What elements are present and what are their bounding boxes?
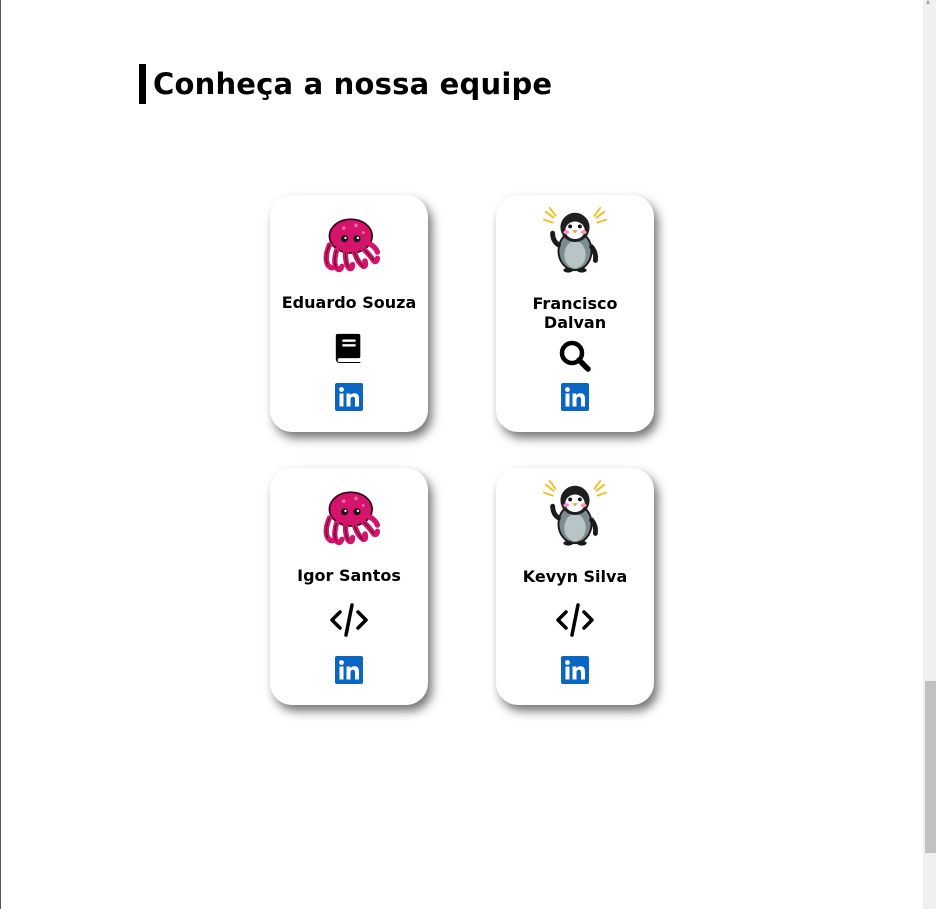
team-card: Francisco Dalvan (496, 195, 654, 432)
book-icon (333, 330, 365, 364)
linkedin-icon[interactable] (561, 656, 589, 684)
member-name: Eduardo Souza (281, 293, 417, 312)
member-name: Kevyn Silva (522, 567, 628, 586)
window-left-edge (0, 0, 1, 909)
search-icon (558, 339, 592, 373)
team-card: Igor Santos (270, 468, 428, 705)
scroll-up-arrow-icon[interactable]: ▴ (926, 0, 934, 6)
linkedin-icon[interactable] (335, 656, 363, 684)
title-accent-bar (139, 64, 146, 104)
member-name: Francisco Dalvan (532, 294, 618, 332)
linkedin-icon[interactable] (335, 383, 363, 411)
octopus-avatar (317, 213, 381, 277)
linkedin-icon[interactable] (561, 383, 589, 411)
code-icon (329, 603, 369, 637)
team-card: Eduardo Souza (270, 195, 428, 432)
page-title: Conheça a nossa equipe (153, 67, 553, 101)
penguin-avatar (540, 206, 610, 276)
scrollbar-thumb[interactable] (925, 681, 936, 853)
octopus-avatar (317, 486, 381, 550)
team-card: Kevyn Silva (496, 468, 654, 705)
penguin-avatar (540, 479, 610, 549)
section-title: Conheça a nossa equipe (139, 64, 552, 104)
member-name: Igor Santos (297, 566, 401, 585)
code-icon (555, 603, 595, 637)
